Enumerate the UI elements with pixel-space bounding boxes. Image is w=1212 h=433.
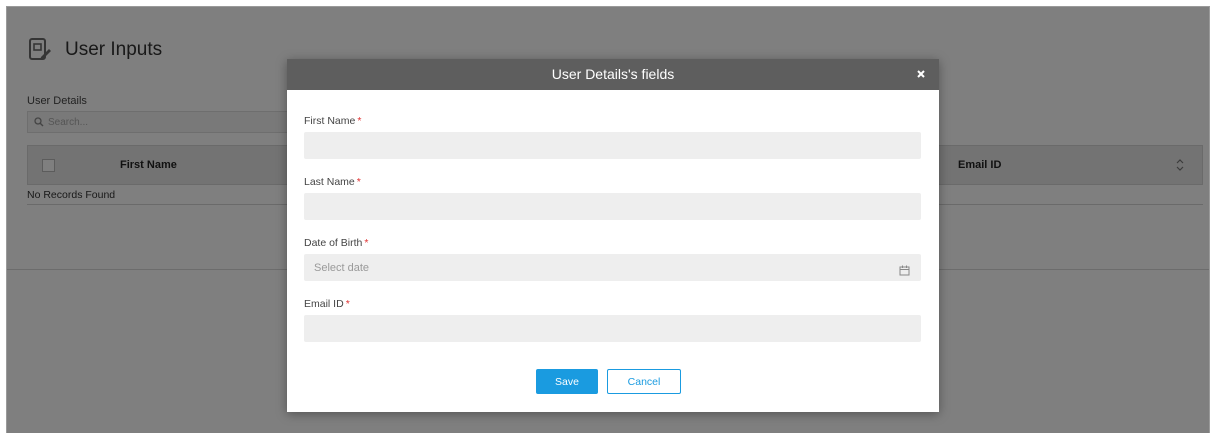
date-of-birth-field[interactable] xyxy=(304,254,921,281)
last-name-label: Last Name * xyxy=(304,176,361,188)
first-name-field[interactable] xyxy=(304,132,921,159)
calendar-icon[interactable] xyxy=(899,265,910,276)
email-id-label-text: Email ID xyxy=(304,298,344,310)
modal-header: User Details's fields xyxy=(287,59,939,90)
required-marker: * xyxy=(364,237,369,249)
email-id-label: Email ID * xyxy=(304,298,350,310)
cancel-button[interactable]: Cancel xyxy=(607,369,681,394)
first-name-label: First Name * xyxy=(304,115,361,127)
close-icon[interactable] xyxy=(915,68,927,80)
save-button[interactable]: Save xyxy=(536,369,598,394)
last-name-field[interactable] xyxy=(304,193,921,220)
date-of-birth-label-text: Date of Birth xyxy=(304,237,363,249)
required-marker: * xyxy=(357,115,362,127)
date-of-birth-label: Date of Birth * xyxy=(304,237,368,249)
email-id-field[interactable] xyxy=(304,315,921,342)
last-name-label-text: Last Name xyxy=(304,176,355,188)
required-marker: * xyxy=(356,176,361,188)
first-name-label-text: First Name xyxy=(304,115,356,127)
user-details-modal: User Details's fields First Name * Last N… xyxy=(287,59,939,412)
modal-title: User Details's fields xyxy=(551,66,675,82)
required-marker: * xyxy=(345,298,350,310)
